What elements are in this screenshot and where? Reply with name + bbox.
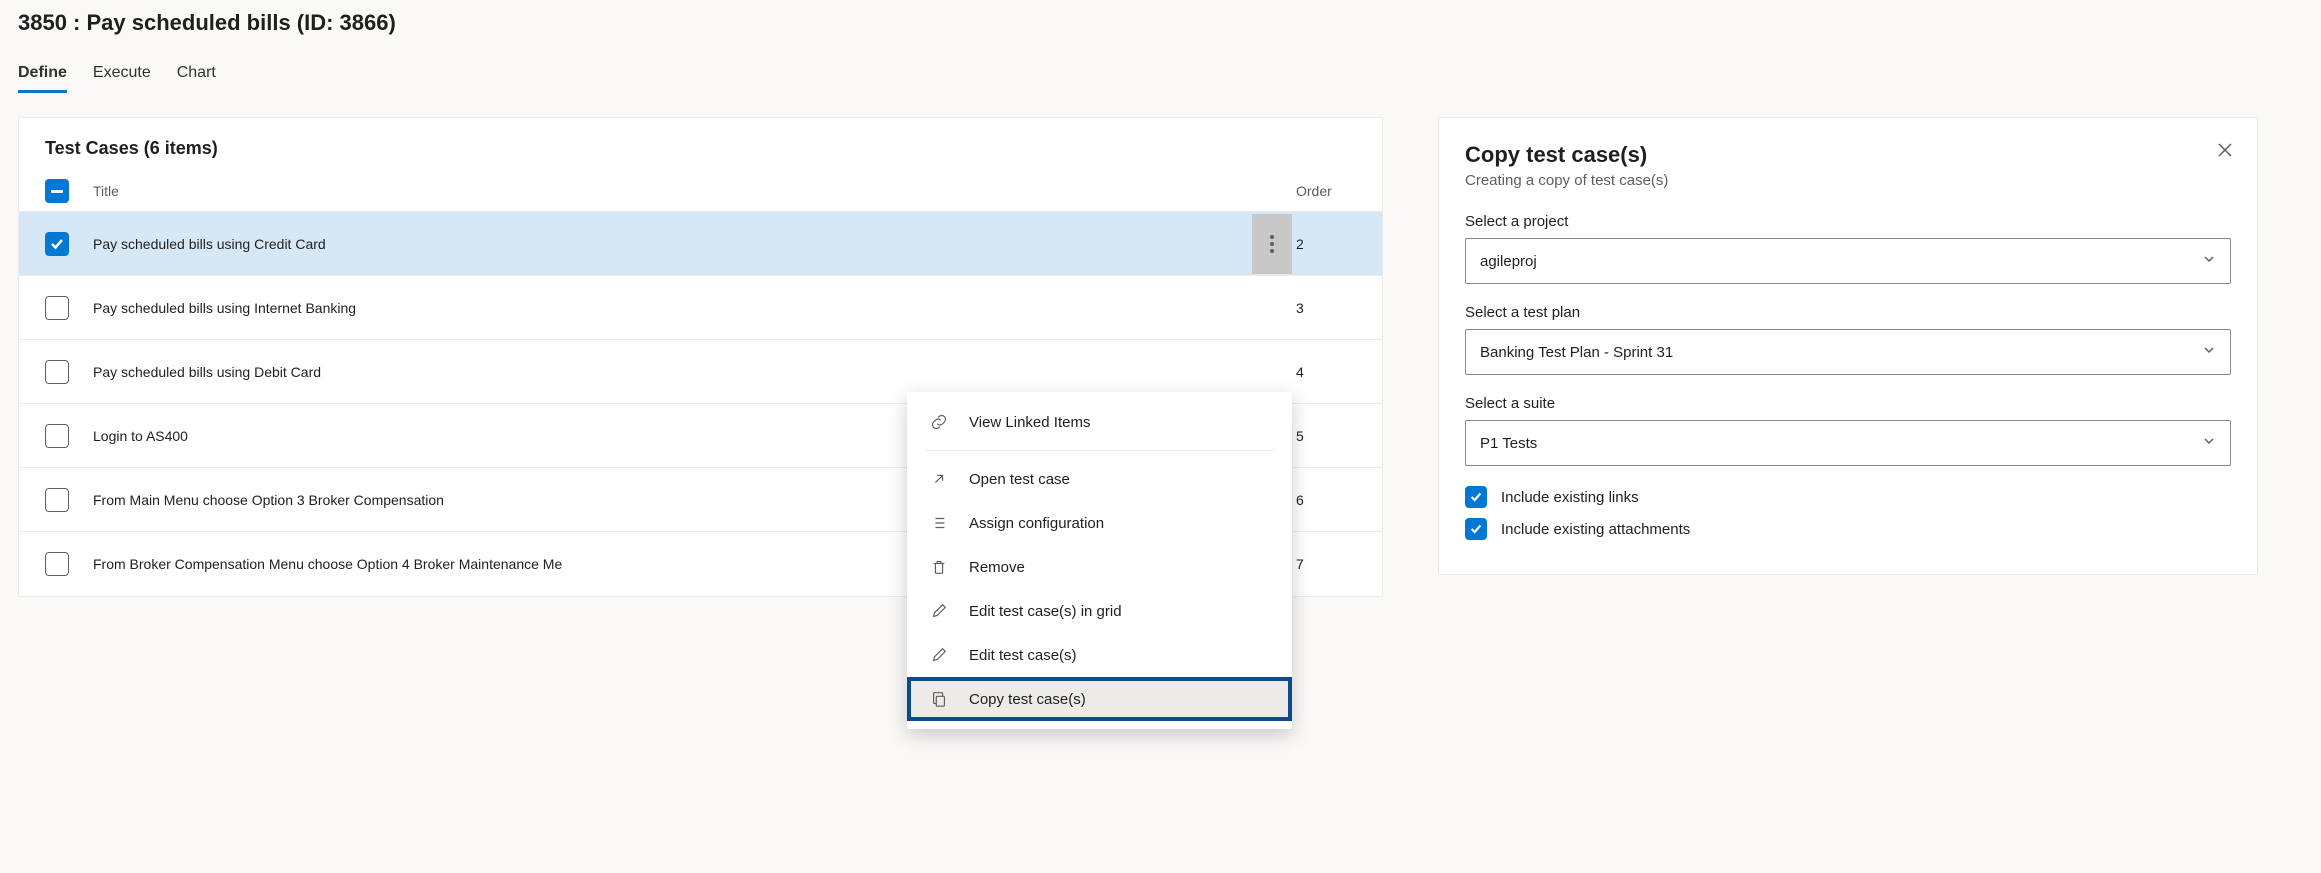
menu-label: Open test case [969, 471, 1070, 488]
context-menu: View Linked Items Open test case Assign … [907, 392, 1292, 729]
project-value: agileproj [1480, 253, 1537, 270]
menu-remove[interactable]: Remove [907, 545, 1292, 589]
tab-chart[interactable]: Chart [177, 64, 216, 93]
include-links-row[interactable]: Include existing links [1465, 486, 2231, 508]
menu-label: Edit test case(s) in grid [969, 603, 1122, 620]
pencil-icon [929, 601, 949, 621]
table-header: Title Order [19, 171, 1382, 212]
link-icon [929, 412, 949, 432]
suite-value: P1 Tests [1480, 435, 1537, 452]
row-checkbox[interactable] [45, 360, 69, 384]
close-button[interactable] [2215, 140, 2235, 163]
pencil-icon [929, 645, 949, 665]
menu-label: View Linked Items [969, 414, 1090, 431]
row-checkbox[interactable] [45, 296, 69, 320]
trash-icon [929, 557, 949, 577]
row-checkbox[interactable] [45, 232, 69, 256]
row-title: Pay scheduled bills using Debit Card [93, 364, 1252, 380]
row-order: 7 [1296, 556, 1356, 572]
row-checkbox[interactable] [45, 488, 69, 512]
include-attachments-label: Include existing attachments [1501, 521, 1690, 538]
row-title: Pay scheduled bills using Credit Card [93, 236, 1252, 252]
menu-label: Edit test case(s) [969, 647, 1077, 664]
row-checkbox[interactable] [45, 424, 69, 448]
table-row[interactable]: Pay scheduled bills using Internet Banki… [19, 276, 1382, 340]
menu-copy-test-cases[interactable]: Copy test case(s) [907, 677, 1292, 721]
tab-execute[interactable]: Execute [93, 64, 151, 93]
copy-icon [929, 689, 949, 709]
include-links-label: Include existing links [1501, 489, 1639, 506]
row-order: 2 [1296, 236, 1356, 252]
side-panel-subtitle: Creating a copy of test case(s) [1465, 172, 2231, 189]
plan-value: Banking Test Plan - Sprint 31 [1480, 344, 1673, 361]
chevron-down-icon [2202, 434, 2216, 452]
tab-bar: Define Execute Chart [18, 64, 2303, 93]
row-title: Pay scheduled bills using Internet Banki… [93, 300, 1252, 316]
table-row[interactable]: Pay scheduled bills using Credit Card 2 [19, 212, 1382, 276]
open-icon [929, 469, 949, 489]
chevron-down-icon [2202, 252, 2216, 270]
menu-divider [925, 450, 1274, 451]
menu-label: Copy test case(s) [969, 691, 1086, 708]
include-attachments-row[interactable]: Include existing attachments [1465, 518, 2231, 540]
page-title: 3850 : Pay scheduled bills (ID: 3866) [18, 10, 2303, 36]
side-panel-title: Copy test case(s) [1465, 142, 2231, 168]
menu-open-test-case[interactable]: Open test case [907, 457, 1292, 501]
menu-view-linked-items[interactable]: View Linked Items [907, 400, 1292, 444]
select-all-checkbox[interactable] [45, 179, 69, 203]
close-icon [2215, 140, 2235, 160]
menu-edit-test-cases[interactable]: Edit test case(s) [907, 633, 1292, 677]
menu-edit-in-grid[interactable]: Edit test case(s) in grid [907, 589, 1292, 633]
row-order: 4 [1296, 364, 1356, 380]
list-icon [929, 513, 949, 533]
menu-label: Remove [969, 559, 1025, 576]
include-links-checkbox[interactable] [1465, 486, 1487, 508]
project-select[interactable]: agileproj [1465, 238, 2231, 284]
row-checkbox[interactable] [45, 552, 69, 576]
more-icon [1270, 235, 1274, 253]
column-title[interactable]: Title [93, 183, 1252, 199]
menu-assign-configuration[interactable]: Assign configuration [907, 501, 1292, 545]
row-order: 6 [1296, 492, 1356, 508]
panel-title: Test Cases (6 items) [19, 118, 1382, 171]
plan-label: Select a test plan [1465, 304, 2231, 321]
plan-select[interactable]: Banking Test Plan - Sprint 31 [1465, 329, 2231, 375]
suite-label: Select a suite [1465, 395, 2231, 412]
suite-select[interactable]: P1 Tests [1465, 420, 2231, 466]
copy-test-case-panel: Copy test case(s) Creating a copy of tes… [1438, 117, 2258, 575]
row-order: 5 [1296, 428, 1356, 444]
row-order: 3 [1296, 300, 1356, 316]
project-label: Select a project [1465, 213, 2231, 230]
row-more-button[interactable] [1252, 214, 1292, 274]
include-attachments-checkbox[interactable] [1465, 518, 1487, 540]
chevron-down-icon [2202, 343, 2216, 361]
menu-label: Assign configuration [969, 515, 1104, 532]
column-order[interactable]: Order [1296, 183, 1356, 199]
tab-define[interactable]: Define [18, 64, 67, 93]
